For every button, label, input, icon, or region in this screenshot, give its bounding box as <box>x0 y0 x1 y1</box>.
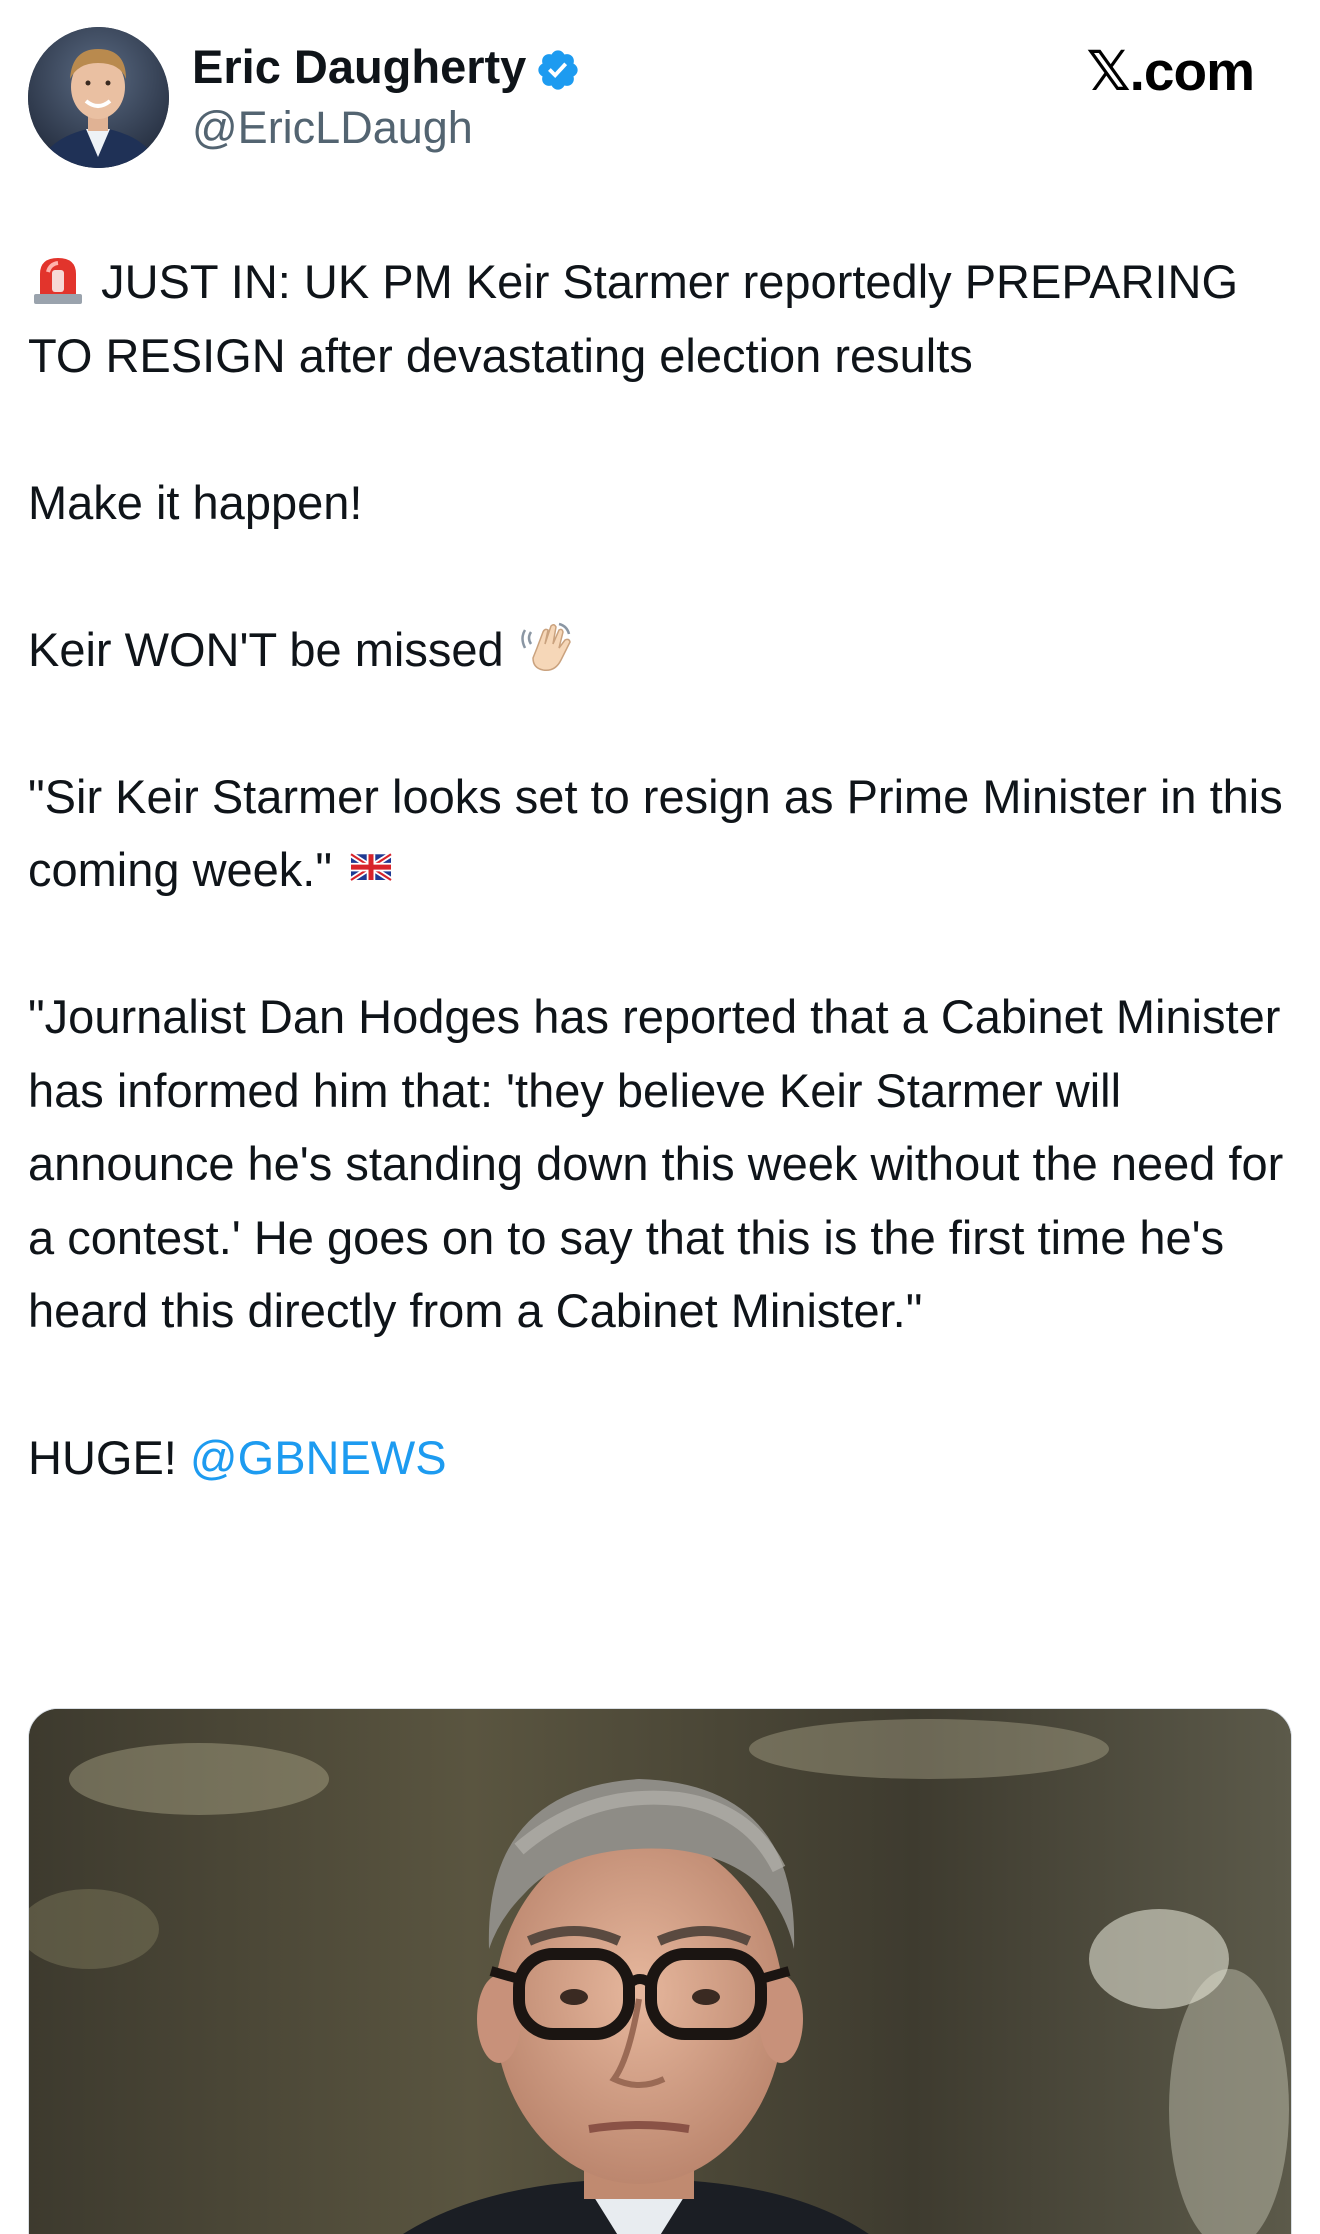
tweet-huge-text: HUGE! <box>28 1431 177 1484</box>
author-avatar[interactable] <box>28 27 169 168</box>
gbnews-mention-link[interactable]: @GBNEWS <box>190 1431 447 1484</box>
tweet-paragraph-3: Keir WON'T be missed <box>28 613 1298 687</box>
author-name[interactable]: Eric Daugherty <box>192 38 526 96</box>
rotating-light-icon <box>34 258 82 304</box>
waving-hand-icon <box>520 622 571 671</box>
tweet-quote-1-text: "Sir Keir Starmer looks set to resign as… <box>28 769 1283 897</box>
tweet-missed-text: Keir WON'T be missed <box>28 622 504 676</box>
tweet-screenshot: Eric Daugherty @EricLDaugh 𝕏.com JUST IN… <box>0 0 1320 2234</box>
portrait-photo <box>29 1709 1291 2234</box>
avatar-photo <box>28 27 169 168</box>
tweet-media-photo[interactable] <box>28 1708 1292 2234</box>
tweet-paragraph-5: "Journalist Dan Hodges has reported that… <box>28 990 1284 1337</box>
tweet-headline-text: JUST IN: UK PM Keir Starmer reportedly P… <box>28 255 1239 382</box>
tweet-paragraph-headline: JUST IN: UK PM Keir Starmer reportedly P… <box>28 245 1298 392</box>
tweet-paragraph-2: Make it happen! <box>28 475 363 529</box>
author-handle[interactable]: @EricLDaugh <box>192 100 473 156</box>
uk-flag-icon <box>349 851 393 883</box>
source-label: 𝕏.com <box>1086 40 1255 102</box>
tweet-paragraph-6: HUGE! @GBNEWS <box>28 1421 1298 1495</box>
tweet-body: JUST IN: UK PM Keir Starmer reportedly P… <box>28 245 1298 1495</box>
verified-badge-icon <box>538 50 578 90</box>
tweet-paragraph-4: "Sir Keir Starmer looks set to resign as… <box>28 760 1298 907</box>
